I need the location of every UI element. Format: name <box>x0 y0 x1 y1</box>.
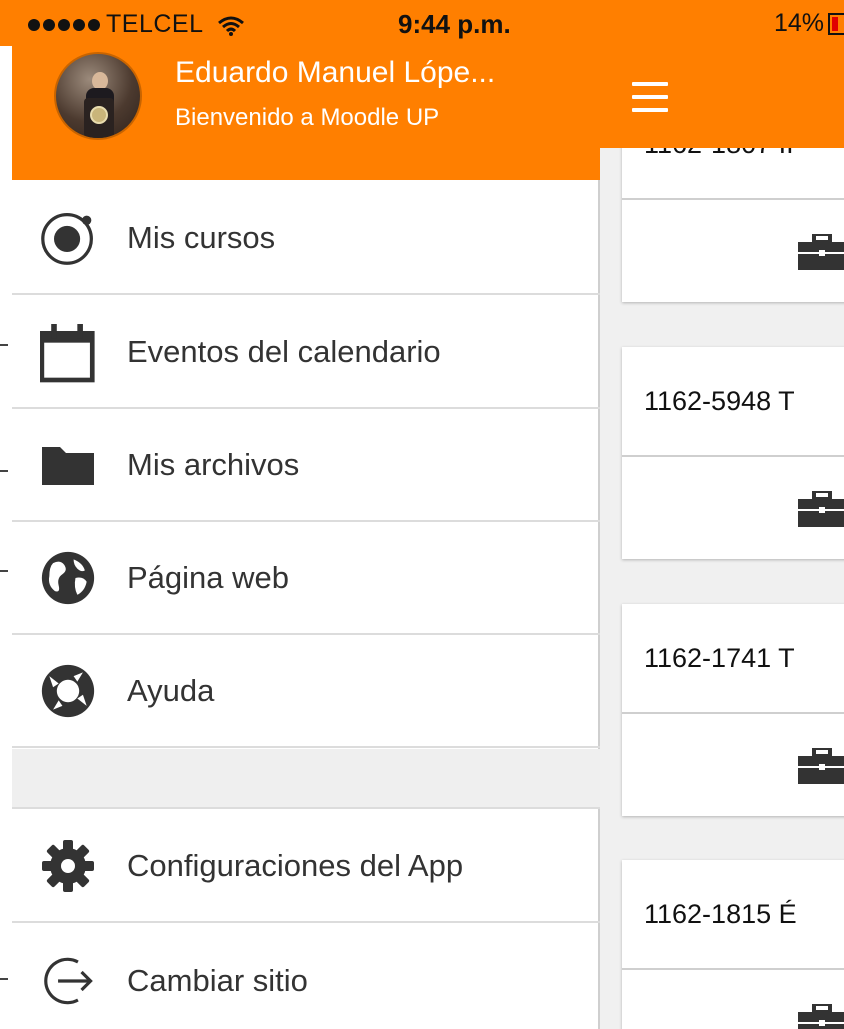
menu-item-cambiar-sitio[interactable]: Cambiar sitio <box>12 924 600 1029</box>
menu-item-label: Ayuda <box>127 672 215 708</box>
welcome-subtitle: Bienvenido a Moodle UP <box>175 104 440 131</box>
menu-item-mis-cursos[interactable]: Mis cursos <box>12 182 600 295</box>
menu-item-label: Configuraciones del App <box>127 847 464 883</box>
hamburger-menu-icon[interactable] <box>632 82 668 112</box>
course-title: 1162-1741 T <box>622 604 844 714</box>
signal-strength-icon <box>28 18 100 31</box>
course-card-footer <box>622 457 844 559</box>
course-card[interactable]: 1162-1815 É <box>622 860 844 1029</box>
edge-mark <box>0 570 8 574</box>
status-left: TELCEL <box>28 10 245 39</box>
gear-icon <box>40 838 96 894</box>
avatar[interactable] <box>54 52 142 140</box>
menu-spacer <box>12 749 600 809</box>
menu-item-eventos-calendario[interactable]: Eventos del calendario <box>12 296 600 409</box>
main-content: 1162-1807 II 1162-5948 T 1162-1741 T <box>600 0 844 1029</box>
status-time: 9:44 p.m. <box>398 9 511 39</box>
course-card-footer <box>622 714 844 816</box>
help-lifebuoy-icon <box>40 663 96 719</box>
logout-icon <box>40 953 96 1009</box>
menu-item-pagina-web[interactable]: Página web <box>12 522 600 635</box>
course-card[interactable]: 1162-1741 T <box>622 604 844 816</box>
briefcase-icon[interactable] <box>798 1004 844 1029</box>
course-title: 1162-1815 É <box>622 860 844 970</box>
menu-item-ayuda[interactable]: Ayuda <box>12 635 600 748</box>
menu-item-mis-archivos[interactable]: Mis archivos <box>12 409 600 522</box>
menu-item-label: Página web <box>127 559 290 595</box>
edge-mark <box>0 344 8 348</box>
briefcase-icon[interactable] <box>798 234 844 270</box>
carrier-name: TELCEL <box>106 10 204 38</box>
main-header <box>600 46 844 148</box>
side-menu: Eduardo Manuel Lópe... Bienvenido a Mood… <box>12 0 600 1029</box>
edge-mark <box>0 470 8 474</box>
status-bar: TELCEL 9:44 p.m. 14% <box>0 0 844 46</box>
user-name: Eduardo Manuel Lópe... <box>175 56 496 89</box>
course-title: 1162-5948 T <box>622 347 844 457</box>
menu-item-label: Mis cursos <box>127 219 276 255</box>
course-card-footer <box>622 970 844 1029</box>
battery-percent: 14% <box>774 9 825 37</box>
course-card-footer <box>622 200 844 302</box>
calendar-icon <box>40 323 96 382</box>
wifi-icon <box>217 15 245 36</box>
edge-mark <box>0 978 8 982</box>
menu-item-label: Eventos del calendario <box>127 333 441 369</box>
courses-icon <box>40 210 96 266</box>
battery-indicator: 14% <box>774 9 844 38</box>
menu-item-label: Mis archivos <box>127 446 300 482</box>
briefcase-icon[interactable] <box>798 491 844 527</box>
folder-icon <box>40 437 96 493</box>
briefcase-icon[interactable] <box>798 748 844 784</box>
battery-icon <box>828 12 844 35</box>
menu-item-label: Cambiar sitio <box>127 962 308 998</box>
course-card[interactable]: 1162-5948 T <box>622 347 844 559</box>
globe-icon <box>40 550 96 606</box>
menu-item-configuraciones[interactable]: Configuraciones del App <box>12 810 600 923</box>
